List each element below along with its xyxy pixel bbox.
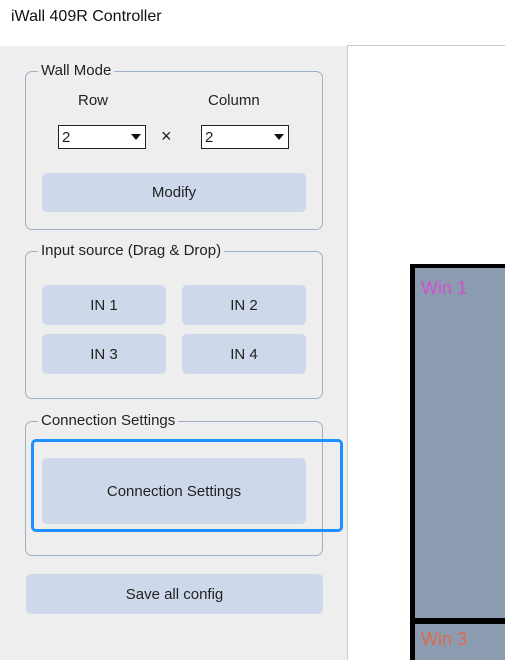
input-in2-button[interactable]: IN 2 xyxy=(182,285,306,325)
input-in3-button[interactable]: IN 3 xyxy=(42,334,166,374)
input-source-group: Input source (Drag & Drop) xyxy=(25,242,323,399)
chevron-down-icon[interactable] xyxy=(270,126,288,148)
wall-mode-legend: Wall Mode xyxy=(38,62,115,79)
window-3-label: Win 3 xyxy=(421,629,468,649)
connection-settings-button[interactable]: Connection Settings xyxy=(42,458,306,524)
window-1-label: Win 1 xyxy=(421,278,468,298)
window-title: iWall 409R Controller xyxy=(11,8,162,25)
column-select[interactable]: 2 xyxy=(201,125,289,149)
chevron-down-icon[interactable] xyxy=(127,126,145,148)
input-in1-button[interactable]: IN 1 xyxy=(42,285,166,325)
connection-settings-legend: Connection Settings xyxy=(38,412,179,429)
column-label: Column xyxy=(208,92,260,109)
row-select[interactable]: 2 xyxy=(58,125,146,149)
modify-button[interactable]: Modify xyxy=(42,173,306,212)
window-1[interactable] xyxy=(415,268,505,618)
input-source-legend: Input source (Drag & Drop) xyxy=(38,242,225,259)
row-select-value: 2 xyxy=(62,128,71,146)
title-bar: iWall 409R Controller xyxy=(0,0,505,44)
save-all-config-button[interactable]: Save all config xyxy=(26,574,323,614)
times-symbol: × xyxy=(161,126,172,146)
row-label: Row xyxy=(78,92,109,109)
column-select-value: 2 xyxy=(205,128,214,146)
input-in4-button[interactable]: IN 4 xyxy=(182,334,306,374)
